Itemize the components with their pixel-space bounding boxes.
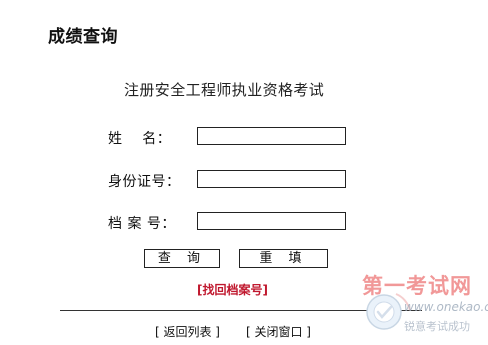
name-label: 姓 名： [108, 131, 172, 147]
file-number-input[interactable] [197, 212, 346, 230]
watermark-slogan: 锐意考试成功 [404, 320, 470, 333]
exam-title: 注册安全工程师执业资格考试 [124, 81, 325, 99]
watermark-url: www.onekao.com [404, 300, 488, 314]
name-row: 姓 名： [0, 127, 488, 147]
query-button[interactable]: 查 询 [144, 249, 220, 268]
retrieve-file-number-link[interactable]: [找回档案号] [197, 281, 268, 298]
close-window-link[interactable]: [ 关闭窗口 ] [246, 323, 311, 340]
id-number-input[interactable] [197, 170, 346, 188]
back-to-list-link[interactable]: [ 返回列表 ] [155, 323, 220, 340]
watermark-logo-icon [366, 293, 411, 330]
name-input[interactable] [197, 127, 346, 145]
file-number-row: 档 案 号： [0, 212, 488, 232]
divider [60, 310, 422, 311]
watermark: 第一考试网 www.onekao.com 锐意考试成功 [352, 268, 488, 345]
file-number-label: 档 案 号： [108, 216, 176, 232]
page-title: 成绩查询 [48, 27, 118, 47]
reset-button[interactable]: 重 填 [239, 249, 328, 268]
id-number-label: 身份证号： [108, 174, 181, 190]
watermark-brand: 第一考试网 [362, 274, 472, 298]
id-number-row: 身份证号： [0, 170, 488, 190]
